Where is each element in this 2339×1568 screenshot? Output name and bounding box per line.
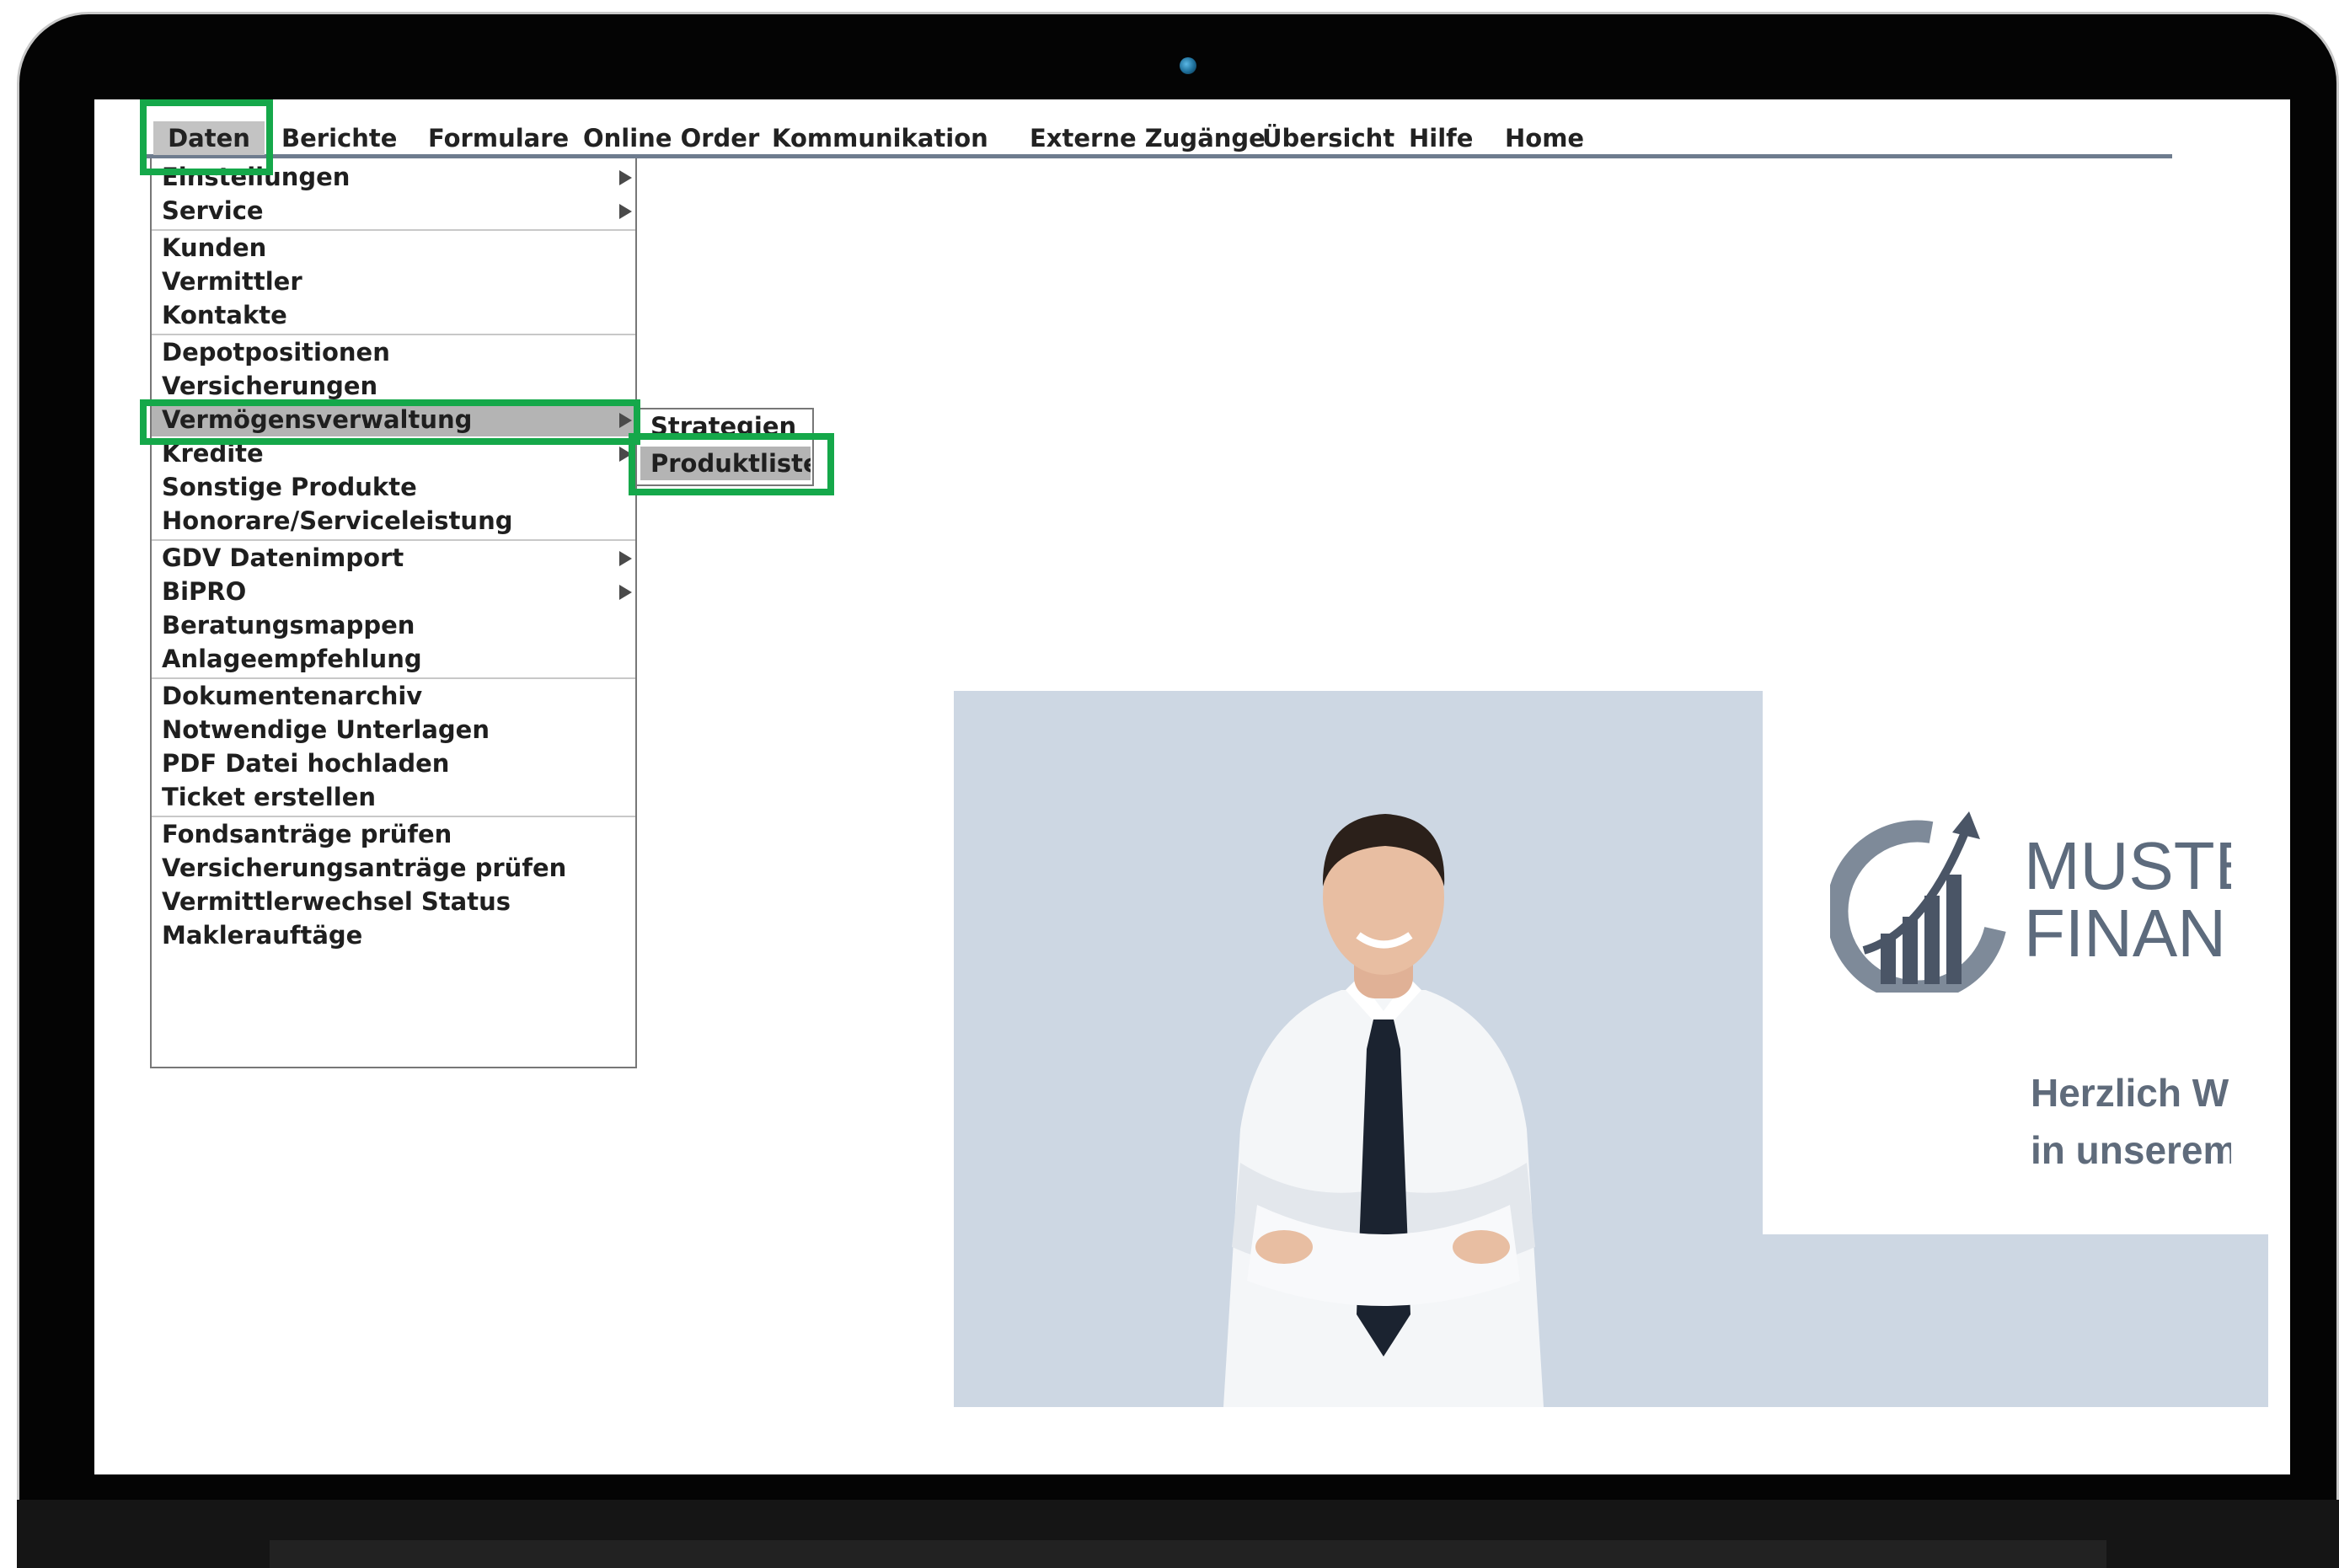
triangle-right-icon [619, 585, 632, 600]
triangle-right-icon [619, 170, 632, 185]
menu-online-order[interactable]: Online Order [583, 121, 759, 155]
menu-berichte[interactable]: Berichte [281, 121, 397, 155]
menu-uebersicht[interactable]: Übersicht [1262, 121, 1394, 155]
menu-item-vermittlerwechsel-status[interactable]: Vermittlerwechsel Status [152, 885, 635, 918]
menu-item-notwendige-unterlagen[interactable]: Notwendige Unterlagen [152, 713, 635, 747]
laptop-hinge [270, 1540, 2106, 1568]
main-menubar: Daten Berichte Formulare Online Order Ko… [143, 115, 2172, 158]
menu-item-ticket-erstellen[interactable]: Ticket erstellen [152, 780, 635, 814]
businessman-photo [1223, 814, 1544, 1407]
logo-line-2: FINAN [2024, 896, 2226, 967]
menu-item-pdf-datei-hochladen[interactable]: PDF Datei hochladen [152, 747, 635, 780]
logo-line-1: MUSTE [2024, 832, 2231, 903]
triangle-right-icon [619, 204, 632, 219]
menu-item-depotpositionen[interactable]: Depotpositionen [152, 335, 635, 369]
highlight-produktliste [629, 433, 834, 495]
menu-item-sonstige-produkte[interactable]: Sonstige Produkte [152, 470, 635, 504]
rising-chart-logo-icon [1830, 811, 2006, 993]
hero-photo [954, 691, 1763, 1407]
menu-home[interactable]: Home [1505, 121, 1584, 155]
menu-externe-zugaenge[interactable]: Externe Zugänge [1030, 121, 1266, 155]
menu-formulare[interactable]: Formulare [428, 121, 569, 155]
menu-item-label: BiPRO [162, 577, 247, 606]
menu-item-fondsantraege-pruefen[interactable]: Fondsanträge prüfen [152, 817, 635, 851]
welcome-panel-band [1763, 1234, 2268, 1407]
triangle-right-icon [619, 551, 632, 566]
menu-item-kunden[interactable]: Kunden [152, 231, 635, 265]
menu-item-vermittler[interactable]: Vermittler [152, 265, 635, 298]
webcam-icon [1180, 57, 1196, 74]
menu-kommunikation[interactable]: Kommunikation [772, 121, 988, 155]
menu-item-honorare-serviceleistung[interactable]: Honorare/Serviceleistung [152, 504, 635, 538]
highlight-vermoegensverwaltung [140, 399, 640, 445]
menu-item-kontakte[interactable]: Kontakte [152, 298, 635, 332]
welcome-line-2: in unserem [2031, 1128, 2231, 1172]
menu-item-versicherungen[interactable]: Versicherungen [152, 369, 635, 403]
welcome-text: Herzlich W in unserem [2031, 1064, 2231, 1179]
menu-item-label: Service [162, 196, 264, 225]
menu-item-gdv-datenimport[interactable]: GDV Datenimport [152, 541, 635, 575]
menu-item-bipro[interactable]: BiPRO [152, 575, 635, 608]
menu-item-service[interactable]: Service [152, 194, 635, 227]
company-logo-text: MUSTE FINAN [2024, 832, 2231, 967]
welcome-line-1: Herzlich W [2031, 1071, 2229, 1115]
menu-item-maklerauftraege[interactable]: Maklerauftäge [152, 918, 635, 952]
app-screen: Daten Berichte Formulare Online Order Ko… [94, 99, 2290, 1474]
menu-item-anlageempfehlung[interactable]: Anlageempfehlung [152, 642, 635, 676]
menu-item-dokumentenarchiv[interactable]: Dokumentenarchiv [152, 679, 635, 713]
daten-dropdown-menu: Einstellungen Service Kunden Vermittler … [150, 158, 637, 1068]
menu-item-beratungsmappen[interactable]: Beratungsmappen [152, 608, 635, 642]
highlight-daten [140, 99, 273, 175]
menu-item-label: GDV Datenimport [162, 543, 404, 572]
menu-item-versicherungsantraege-pruefen[interactable]: Versicherungsanträge prüfen [152, 851, 635, 885]
menu-hilfe[interactable]: Hilfe [1409, 121, 1473, 155]
